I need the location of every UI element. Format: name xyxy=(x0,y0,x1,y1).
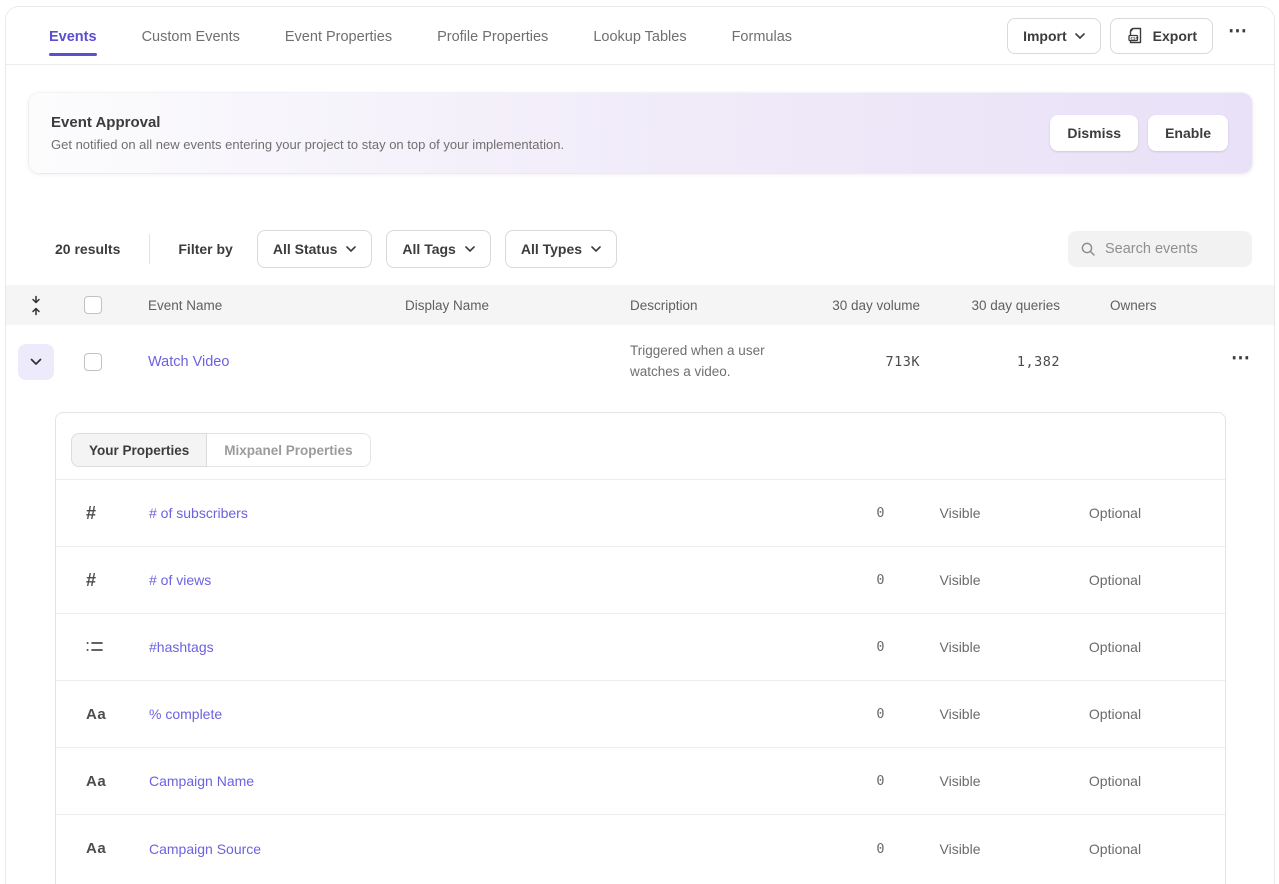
column-30-day-queries: 30 day queries xyxy=(920,298,1060,313)
property-row: Aa Campaign Source 0 Visible Optional xyxy=(56,815,1225,882)
topbar-actions: Import csv Export ⋯ xyxy=(1007,18,1252,54)
banner-description: Get notified on all new events entering … xyxy=(51,137,564,152)
more-options-icon[interactable]: ⋯ xyxy=(1222,20,1252,51)
property-queries: 0 xyxy=(775,841,885,857)
property-visibility: Visible xyxy=(885,706,1035,722)
property-visibility: Visible xyxy=(885,773,1035,789)
property-requirement: Optional xyxy=(1035,505,1195,521)
export-button[interactable]: csv Export xyxy=(1110,18,1213,54)
text-type-icon: Aa xyxy=(86,706,149,723)
csv-file-icon: csv xyxy=(1126,26,1145,45)
property-queries: 0 xyxy=(775,639,885,655)
property-row: #hashtags 0 Visible Optional xyxy=(56,614,1225,681)
event-properties-panel: Your Properties Mixpanel Properties # # … xyxy=(55,412,1226,884)
text-type-icon: Aa xyxy=(86,840,149,857)
lexicon-tabs: Events Custom Events Event Properties Pr… xyxy=(49,10,792,62)
top-navigation-bar: Events Custom Events Event Properties Pr… xyxy=(6,7,1274,65)
results-count: 20 results xyxy=(55,241,120,257)
event-queries: 1,382 xyxy=(920,354,1060,370)
lexicon-page: Events Custom Events Event Properties Pr… xyxy=(5,6,1275,884)
search-icon xyxy=(1080,241,1096,257)
search-input[interactable] xyxy=(1105,241,1235,257)
svg-text:csv: csv xyxy=(1130,37,1139,42)
event-approval-banner: Event Approval Get notified on all new e… xyxy=(29,93,1252,173)
property-name-link[interactable]: Campaign Name xyxy=(149,773,775,789)
status-filter-value: All Status xyxy=(273,241,338,257)
chevron-down-icon xyxy=(1075,33,1085,39)
event-name-link[interactable]: Watch Video xyxy=(148,354,405,370)
property-row: Aa % complete 0 Visible Optional xyxy=(56,681,1225,748)
tab-lookup-tables[interactable]: Lookup Tables xyxy=(593,10,686,62)
column-event-name: Event Name xyxy=(148,298,405,313)
property-queries: 0 xyxy=(775,505,885,521)
events-table-header: Event Name Display Name Description 30 d… xyxy=(6,285,1274,325)
property-visibility: Visible xyxy=(885,841,1035,857)
tab-formulas[interactable]: Formulas xyxy=(732,10,792,62)
property-requirement: Optional xyxy=(1035,639,1195,655)
tab-custom-events[interactable]: Custom Events xyxy=(142,10,240,62)
chevron-down-icon xyxy=(346,246,356,252)
property-queries: 0 xyxy=(775,773,885,789)
column-description: Description xyxy=(630,298,820,313)
property-name-link[interactable]: # of views xyxy=(149,572,775,588)
number-type-icon: # xyxy=(86,570,149,591)
tab-your-properties[interactable]: Your Properties xyxy=(71,433,207,467)
banner-title: Event Approval xyxy=(51,114,564,131)
select-all-checkbox[interactable] xyxy=(84,296,102,314)
property-visibility: Visible xyxy=(885,572,1035,588)
event-volume: 713K xyxy=(820,354,920,370)
property-row: # # of subscribers 0 Visible Optional xyxy=(56,480,1225,547)
property-row: Aa Campaign Name 0 Visible Optional xyxy=(56,748,1225,815)
number-type-icon: # xyxy=(86,503,149,524)
banner-text: Event Approval Get notified on all new e… xyxy=(51,114,564,152)
property-requirement: Optional xyxy=(1035,841,1195,857)
tab-profile-properties[interactable]: Profile Properties xyxy=(437,10,548,62)
property-name-link[interactable]: Campaign Source xyxy=(149,841,775,857)
dismiss-button[interactable]: Dismiss xyxy=(1050,115,1138,151)
column-30-day-volume: 30 day volume xyxy=(820,298,920,313)
property-queries: 0 xyxy=(775,706,885,722)
event-description: Triggered when a user watches a video. xyxy=(630,341,820,383)
property-visibility: Visible xyxy=(885,505,1035,521)
property-requirement: Optional xyxy=(1035,706,1195,722)
enable-button[interactable]: Enable xyxy=(1148,115,1228,151)
tags-filter-value: All Tags xyxy=(402,241,455,257)
event-table-row: Watch Video Triggered when a user watche… xyxy=(6,325,1274,399)
import-button-label: Import xyxy=(1023,28,1067,44)
property-name-link[interactable]: # of subscribers xyxy=(149,505,775,521)
filter-row: 20 results Filter by All Status All Tags… xyxy=(55,230,1252,268)
property-requirement: Optional xyxy=(1035,572,1195,588)
tags-filter-dropdown[interactable]: All Tags xyxy=(386,230,490,268)
list-type-icon xyxy=(86,640,149,654)
status-filter-dropdown[interactable]: All Status xyxy=(257,230,373,268)
column-display-name: Display Name xyxy=(405,298,630,313)
property-requirement: Optional xyxy=(1035,773,1195,789)
types-filter-value: All Types xyxy=(521,241,582,257)
collapse-all-icon[interactable] xyxy=(29,295,82,316)
chevron-down-icon xyxy=(591,246,601,252)
tab-event-properties[interactable]: Event Properties xyxy=(285,10,392,62)
tab-events[interactable]: Events xyxy=(49,10,97,62)
export-button-label: Export xyxy=(1153,28,1197,44)
collapse-row-button[interactable] xyxy=(18,344,54,380)
property-name-link[interactable]: #hashtags xyxy=(149,639,775,655)
chevron-down-icon xyxy=(465,246,475,252)
banner-actions: Dismiss Enable xyxy=(1050,115,1228,151)
divider xyxy=(149,234,150,264)
search-box xyxy=(1068,231,1252,267)
property-visibility: Visible xyxy=(885,639,1035,655)
import-button[interactable]: Import xyxy=(1007,18,1101,54)
tab-mixpanel-properties[interactable]: Mixpanel Properties xyxy=(207,433,370,467)
property-row: # # of views 0 Visible Optional xyxy=(56,547,1225,614)
properties-tab-bar: Your Properties Mixpanel Properties xyxy=(56,413,1225,480)
text-type-icon: Aa xyxy=(86,773,149,790)
property-queries: 0 xyxy=(775,572,885,588)
types-filter-dropdown[interactable]: All Types xyxy=(505,230,617,268)
property-name-link[interactable]: % complete xyxy=(149,706,775,722)
column-owners: Owners xyxy=(1060,298,1212,313)
chevron-down-icon xyxy=(30,358,42,366)
row-more-options-icon[interactable]: ⋯ xyxy=(1212,347,1268,378)
row-checkbox[interactable] xyxy=(84,353,102,371)
filter-by-label: Filter by xyxy=(178,241,232,257)
